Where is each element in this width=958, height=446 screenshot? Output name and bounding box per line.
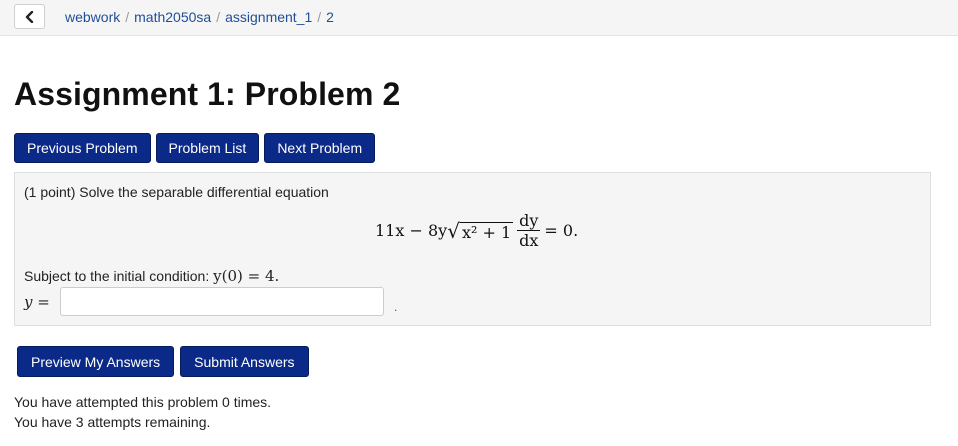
attempt-info: You have attempted this problem 0 times.…: [14, 392, 271, 432]
derivative-fraction: dy dx: [517, 211, 541, 250]
breadcrumb-separator: /: [317, 9, 322, 25]
derivative-numerator: dy: [517, 211, 541, 231]
submit-answers-button[interactable]: Submit Answers: [180, 346, 309, 377]
breadcrumb: webwork / math2050sa / assignment_1/2: [65, 9, 334, 25]
radicand: x² + 1: [459, 221, 514, 242]
top-navigation-bar: webwork / math2050sa / assignment_1/2: [0, 0, 958, 36]
breadcrumb-link-course[interactable]: math2050sa: [134, 9, 211, 25]
initial-condition: Subject to the initial condition: y(0) =…: [24, 267, 279, 285]
answer-row: y = .: [24, 287, 397, 316]
breadcrumb-separator: /: [216, 9, 221, 25]
radical-sign: √: [447, 218, 460, 243]
attempts-made-text: You have attempted this problem 0 times.: [14, 394, 272, 410]
previous-problem-button[interactable]: Previous Problem: [14, 133, 151, 163]
problem-list-button[interactable]: Problem List: [155, 133, 260, 163]
equation-rhs: = 0.: [544, 221, 579, 240]
breadcrumb-link-assignment[interactable]: assignment_1: [225, 9, 312, 25]
page-title: Assignment 1: Problem 2: [14, 76, 401, 112]
answer-label: y =: [24, 292, 50, 311]
breadcrumb-current: 2: [326, 9, 334, 25]
preview-answers-button[interactable]: Preview My Answers: [17, 346, 175, 377]
problem-panel: (1 point) Solve the separable differenti…: [14, 172, 931, 326]
attempts-remaining-text: You have 3 attempts remaining.: [14, 414, 211, 430]
initial-condition-text: Subject to the initial condition:: [24, 268, 214, 284]
equation-lhs-terms: 11x − 8y: [375, 221, 448, 240]
answer-input[interactable]: [60, 287, 384, 316]
breadcrumb-separator: /: [125, 9, 130, 25]
problem-navigation: Previous Problem Problem List Next Probl…: [14, 133, 376, 163]
square-root: √ x² + 1: [447, 218, 514, 243]
answer-suffix: .: [394, 299, 398, 314]
back-button[interactable]: [14, 4, 45, 29]
answer-actions: Preview My Answers Submit Answers: [17, 346, 309, 377]
problem-statement: (1 point) Solve the separable differenti…: [24, 184, 329, 200]
derivative-denominator: dx: [519, 231, 539, 250]
next-problem-button[interactable]: Next Problem: [264, 133, 376, 163]
breadcrumb-link-webwork[interactable]: webwork: [65, 9, 120, 25]
chevron-left-icon: [25, 10, 33, 23]
initial-condition-math: y(0) = 4.: [213, 267, 280, 285]
differential-equation: 11x − 8y √ x² + 1 dy dx = 0.: [375, 212, 578, 249]
